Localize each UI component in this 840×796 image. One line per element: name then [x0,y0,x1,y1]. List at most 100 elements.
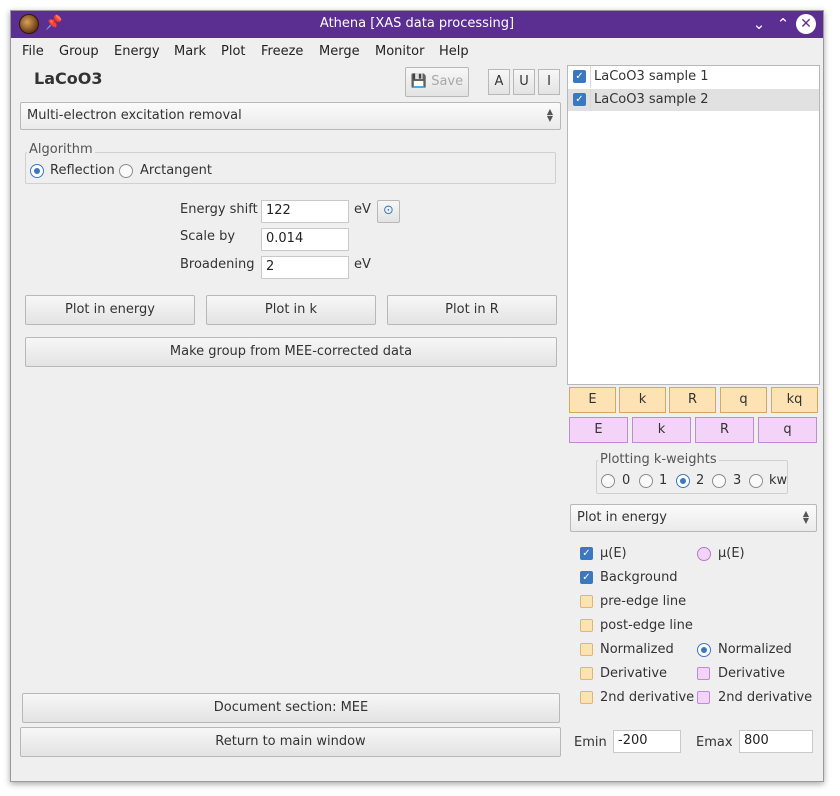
kweights-legend: Plotting k-weights [598,452,719,467]
emax-label: Emax [696,735,733,750]
scale-input[interactable]: 0.014 [261,228,349,251]
postedge-checkbox[interactable] [580,619,593,632]
athena-window: 📌 Athena [XAS data processing] ⌄ ⌃ ✕ Fil… [10,10,824,782]
marked-mu-radio[interactable] [697,547,711,561]
i-button[interactable]: I [538,69,560,95]
group-list-row[interactable]: ✓ LaCoO3 sample 2 [568,89,819,111]
group-checkbox[interactable]: ✓ [573,70,586,83]
minimize-icon[interactable]: ⌄ [749,14,769,34]
return-main-button[interactable]: Return to main window [20,727,561,757]
kweight-kw-radio[interactable] [749,474,763,488]
maximize-icon[interactable]: ⌃ [773,14,793,34]
mu-checkbox[interactable]: ✓ [580,547,593,560]
reflection-label: Reflection [50,163,115,178]
menu-help[interactable]: Help [439,44,469,59]
postedge-label: post-edge line [600,618,693,633]
marked-derivative-label: Derivative [718,666,786,681]
emin-label: Emin [574,735,607,750]
plot-mode-value: Plot in energy [577,510,667,525]
menu-freeze[interactable]: Freeze [261,44,303,59]
energy-shift-unit: eV [354,202,371,217]
plot-kq-button[interactable]: kq [771,387,818,413]
derivative-checkbox[interactable] [580,667,593,680]
close-icon[interactable]: ✕ [796,14,816,34]
energy-shift-input[interactable]: 122 [261,200,349,223]
u-button[interactable]: U [513,69,535,95]
kweight-0-label: 0 [622,473,631,488]
group-list[interactable]: ✓ LaCoO3 sample 1 ✓ LaCoO3 sample 2 [567,65,820,385]
menu-monitor[interactable]: Monitor [375,44,424,59]
radio-arctangent[interactable] [119,164,133,178]
second-derivative-checkbox[interactable] [580,691,593,704]
group-list-row[interactable]: ✓ LaCoO3 sample 1 [568,66,819,88]
menu-energy[interactable]: Energy [114,44,160,59]
menu-mark[interactable]: Mark [174,44,206,59]
group-name: LaCoO3 sample 1 [594,69,709,84]
background-label: Background [600,570,678,585]
save-icon: 💾 [410,74,428,89]
group-title: LaCoO3 [34,69,103,88]
plot-q-button-orange[interactable]: q [720,387,767,413]
marked-derivative-checkbox[interactable] [697,667,710,680]
updown-arrows-icon: ▲ ▼ [802,509,809,525]
kweight-2-radio[interactable] [676,474,690,488]
preedge-label: pre-edge line [600,594,687,609]
menu-plot[interactable]: Plot [221,44,246,59]
radio-reflection[interactable] [30,164,44,178]
marked-second-derivative-label: 2nd derivative [718,690,813,705]
plot-marked-q-button[interactable]: q [758,417,817,443]
plot-marked-r-button[interactable]: R [695,417,754,443]
plot-energy-button[interactable]: Plot in energy [25,295,195,325]
marked-second-derivative-checkbox[interactable] [697,691,710,704]
window-title: Athena [XAS data processing] [319,16,515,31]
preedge-checkbox[interactable] [580,595,593,608]
kweight-1-label: 1 [659,473,668,488]
plot-e-button[interactable]: E [569,387,616,413]
kweight-3-radio[interactable] [712,474,726,488]
arctangent-label: Arctangent [140,163,212,178]
save-button[interactable]: 💾 Save [405,67,469,97]
tool-select[interactable]: Multi-electron excitation removal ▲ ▼ [20,102,561,130]
kweight-0-radio[interactable] [601,474,615,488]
target-icon: ⊙ [383,203,394,218]
title-bar: 📌 Athena [XAS data processing] ⌄ ⌃ ✕ [11,11,823,38]
a-button[interactable]: A [488,69,510,95]
emin-input[interactable]: -200 [613,730,681,753]
scale-label: Scale by [180,229,236,244]
kweight-2-label: 2 [696,473,705,488]
kweight-3-label: 3 [733,473,742,488]
pick-energy-button[interactable]: ⊙ [377,200,400,223]
menu-bar: File Group Energy Mark Plot Freeze Merge… [11,39,823,63]
kweight-1-radio[interactable] [639,474,653,488]
tool-select-value: Multi-electron excitation removal [27,108,242,123]
plot-marked-e-button[interactable]: E [569,417,628,443]
plot-k-button-orange[interactable]: k [619,387,666,413]
normalized-checkbox[interactable] [580,643,593,656]
row-divider [590,89,591,111]
menu-file[interactable]: File [22,44,44,59]
plot-k-button[interactable]: Plot in k [206,295,376,325]
marked-normalized-radio[interactable] [697,643,711,657]
energy-shift-label: Energy shift [180,202,258,217]
plot-marked-k-button[interactable]: k [632,417,691,443]
plot-r-button[interactable]: Plot in R [387,295,557,325]
derivative-label: Derivative [600,666,668,681]
save-label: Save [431,74,464,89]
kweight-kw-label: kw [769,473,788,488]
normalized-label: Normalized [600,642,674,657]
algorithm-legend: Algorithm [27,142,95,157]
plot-r-button-orange[interactable]: R [669,387,716,413]
plot-mode-select[interactable]: Plot in energy ▲ ▼ [570,504,817,532]
make-group-button[interactable]: Make group from MEE-corrected data [25,337,557,367]
mu-label: μ(E) [600,546,627,561]
marked-normalized-label: Normalized [718,642,792,657]
background-checkbox[interactable]: ✓ [580,571,593,584]
menu-group[interactable]: Group [59,44,99,59]
broadening-input[interactable]: 2 [261,256,349,279]
menu-merge[interactable]: Merge [319,44,360,59]
group-checkbox[interactable]: ✓ [573,93,586,106]
emax-input[interactable]: 800 [739,730,813,753]
marked-mu-label: μ(E) [718,546,745,561]
broadening-unit: eV [354,257,371,272]
document-section-button[interactable]: Document section: MEE [22,693,560,723]
